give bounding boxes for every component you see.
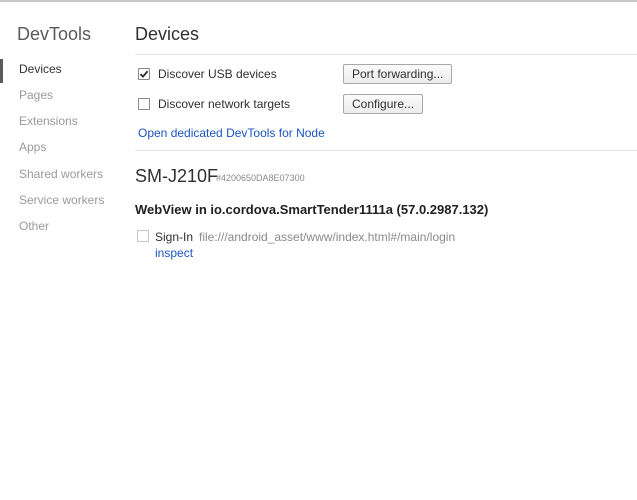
active-nav-indicator (0, 59, 3, 83)
device-serial: #4200650DA8E07300 (216, 173, 305, 183)
discover-network-row: Discover network targets (138, 97, 290, 111)
sidebar-item-extensions[interactable]: Extensions (19, 114, 78, 128)
sidebar: DevTools Devices Pages Extensions Apps S… (0, 2, 122, 500)
page-title: Devices (135, 24, 200, 44)
discover-usb-checkbox[interactable] (138, 68, 150, 80)
sidebar-title: DevTools (17, 24, 92, 44)
port-forwarding-button[interactable]: Port forwarding... (343, 64, 453, 84)
target-checkbox[interactable] (137, 230, 149, 242)
discover-usb-label: Discover USB devices (158, 67, 277, 81)
sidebar-item-service-workers[interactable]: Service workers (19, 193, 104, 207)
divider (135, 54, 637, 55)
target-url: file:///android_asset/www/index.html#/ma… (199, 230, 456, 244)
device-name: SM-J210F (135, 166, 219, 186)
sidebar-item-apps[interactable]: Apps (19, 140, 46, 154)
discover-network-label: Discover network targets (158, 97, 291, 111)
open-node-devtools-link[interactable]: Open dedicated DevTools for Node (138, 126, 325, 140)
sidebar-item-devices[interactable]: Devices (19, 62, 62, 76)
webview-title: WebView in io.cordova.SmartTender1111a (… (135, 202, 489, 217)
target-name: Sign-In (155, 230, 194, 244)
configure-button[interactable]: Configure... (343, 94, 424, 114)
discover-usb-row: Discover USB devices (138, 67, 277, 81)
inspect-link[interactable]: inspect (155, 246, 193, 260)
checkmark-icon (139, 70, 149, 78)
sidebar-item-pages[interactable]: Pages (19, 88, 53, 102)
main-panel: Devices Discover USB devices Port forwar… (135, 2, 637, 500)
sidebar-item-other[interactable]: Other (19, 219, 49, 233)
discover-network-checkbox[interactable] (138, 98, 150, 110)
divider (135, 150, 637, 151)
sidebar-item-shared-workers[interactable]: Shared workers (19, 167, 103, 181)
